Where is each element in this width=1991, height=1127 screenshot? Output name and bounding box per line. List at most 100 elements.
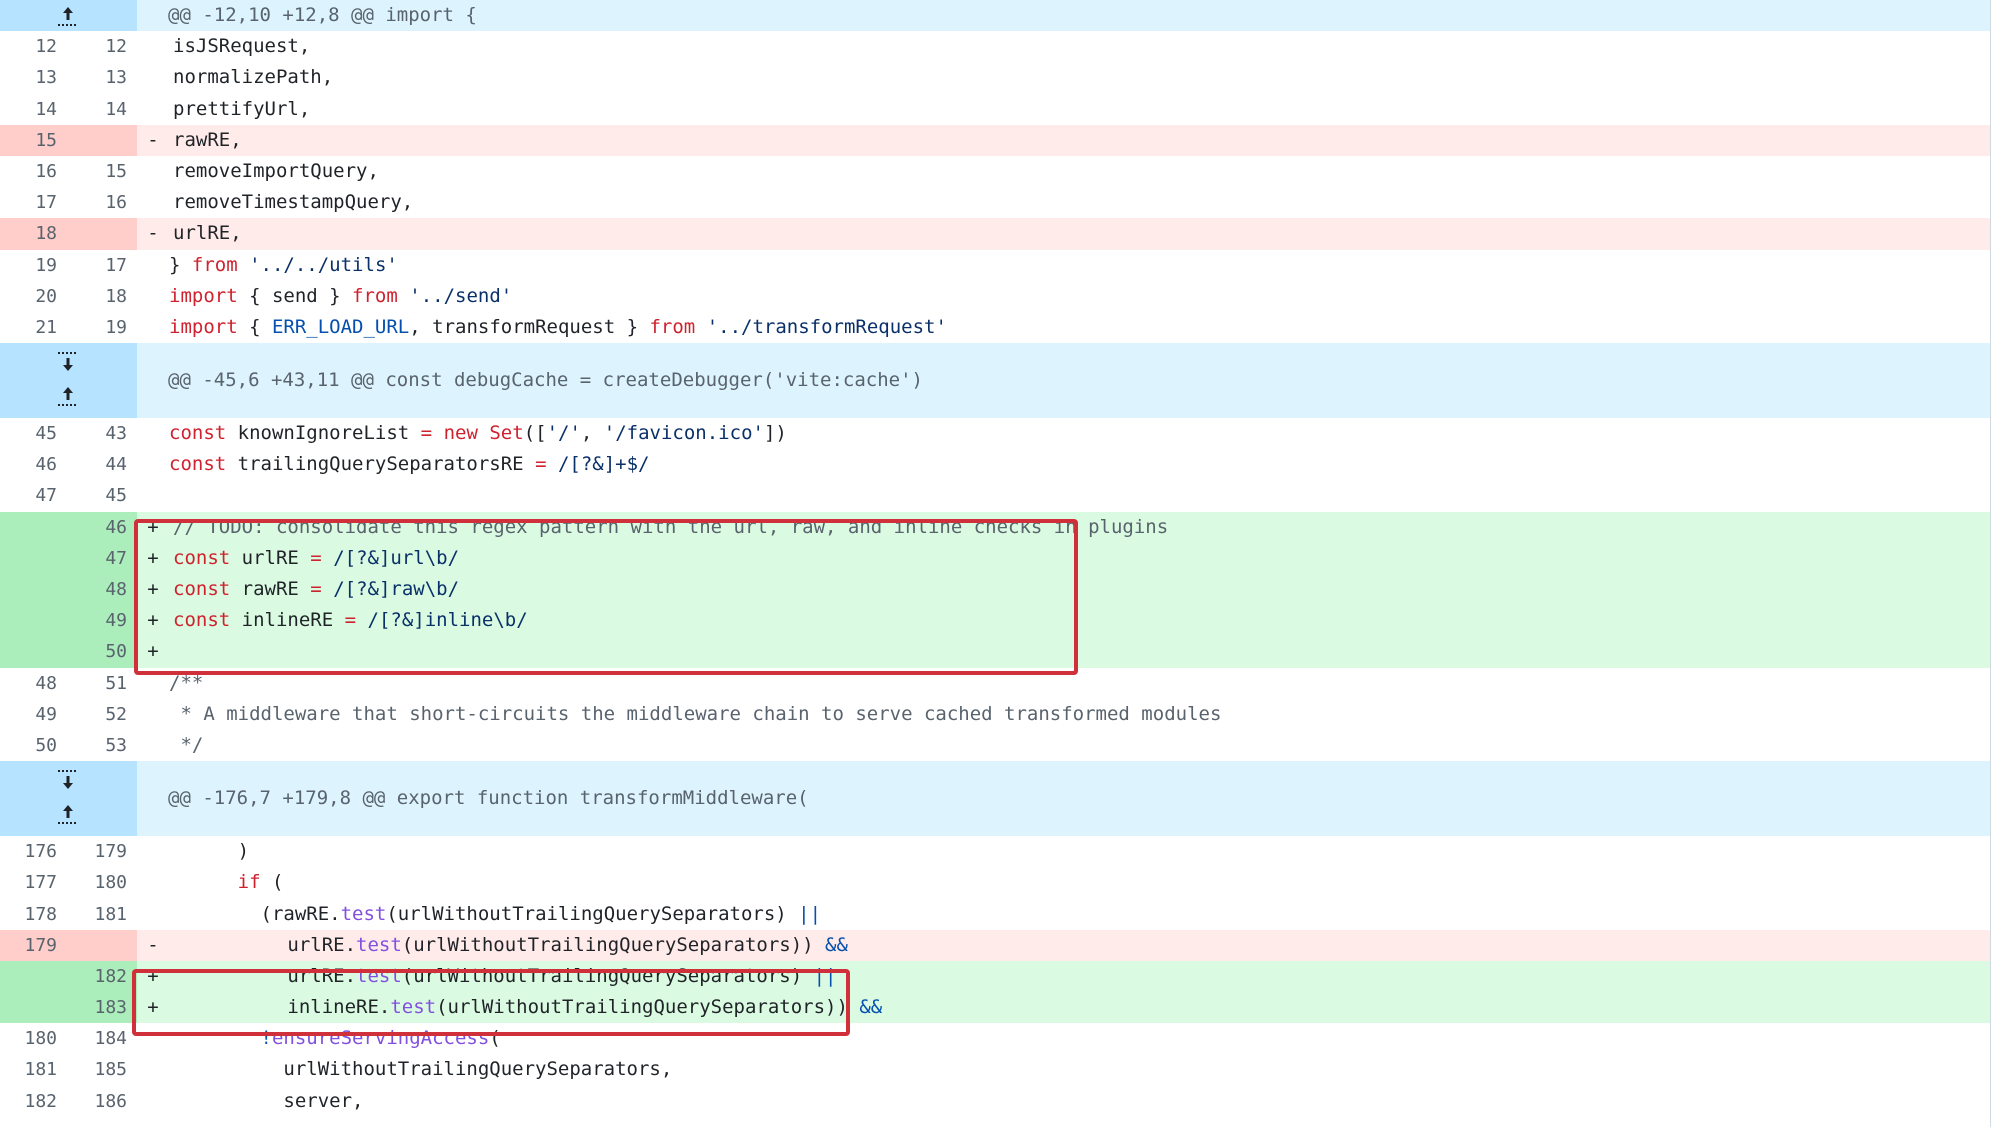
new-line-number[interactable]: 15	[68, 156, 137, 187]
added-line: 47 + const urlRE = /[?&]url\b/	[0, 542, 1991, 574]
deleted-line: 18 - urlRE,	[0, 218, 1991, 250]
new-line-number[interactable]: 43	[68, 418, 137, 449]
old-line-number[interactable]	[0, 636, 68, 668]
new-line-number[interactable]: 181	[68, 899, 137, 930]
old-line-number[interactable]: 177	[0, 867, 68, 898]
new-line-number[interactable]	[68, 218, 137, 250]
new-line-number[interactable]	[68, 124, 137, 156]
old-line-number[interactable]: 19	[0, 250, 68, 281]
code-content: )	[169, 840, 250, 863]
new-line-number[interactable]: 44	[68, 449, 137, 480]
old-line-number[interactable]: 179	[0, 929, 68, 961]
new-line-number[interactable]: 49	[68, 605, 137, 637]
new-line-number[interactable]: 18	[68, 281, 137, 312]
code-content: inlineRE.test(urlWithoutTrailingQuerySep…	[173, 996, 883, 1019]
expand-down-icon[interactable]	[54, 767, 82, 793]
new-line-number[interactable]: 52	[68, 699, 137, 730]
diff-line: 176 179 )	[0, 836, 1991, 867]
new-line-number[interactable]: 14	[68, 94, 137, 125]
old-line-number[interactable]: 16	[0, 156, 68, 187]
new-line-number[interactable]: 185	[68, 1054, 137, 1085]
new-line-number[interactable]: 51	[68, 668, 137, 699]
addition-marker: +	[147, 964, 159, 987]
new-line-number[interactable]: 184	[68, 1023, 137, 1054]
diff-line: 182 186 server,	[0, 1086, 1991, 1117]
old-line-number[interactable]: 50	[0, 730, 68, 761]
code-content: rawRE,	[173, 128, 242, 151]
diff-line: 12 12 isJSRequest,	[0, 31, 1991, 62]
old-line-number[interactable]: 47	[0, 480, 68, 511]
old-line-number[interactable]	[0, 542, 68, 574]
deleted-line: 179 - urlRE.test(urlWithoutTrailingQueryS…	[0, 929, 1991, 961]
expand-up-icon[interactable]	[54, 383, 82, 409]
old-line-number[interactable]: 49	[0, 699, 68, 730]
expand-up-icon[interactable]	[54, 3, 82, 29]
old-line-number[interactable]: 20	[0, 281, 68, 312]
added-line: 183 + inlineRE.test(urlWithoutTrailingQue…	[0, 992, 1991, 1024]
deletion-marker: -	[147, 933, 159, 956]
code-content: const knownIgnoreList = new Set(['/', '/…	[169, 422, 787, 445]
old-line-number[interactable]	[0, 605, 68, 637]
new-line-number[interactable]: 13	[68, 62, 137, 93]
diff-line: 16 15 removeImportQuery,	[0, 156, 1991, 187]
old-line-number[interactable]: 178	[0, 899, 68, 930]
new-line-number[interactable]: 12	[68, 31, 137, 62]
new-line-number[interactable]: 179	[68, 836, 137, 867]
added-line: 182 + urlRE.test(urlWithoutTrailingQueryS…	[0, 960, 1991, 993]
hunk-header-text: @@ -176,7 +179,8 @@ export function tran…	[168, 787, 809, 810]
new-line-number[interactable]: 16	[68, 187, 137, 218]
old-line-number[interactable]: 17	[0, 187, 68, 218]
new-line-number[interactable]: 19	[68, 312, 137, 343]
new-line-number[interactable]: 50	[68, 636, 137, 668]
expand-down-icon[interactable]	[54, 349, 82, 375]
addition-marker: +	[147, 578, 159, 600]
code-content: // TODO: consolidate this regex pattern …	[173, 515, 1169, 538]
old-line-number[interactable]: 48	[0, 668, 68, 699]
new-line-number[interactable]	[68, 929, 137, 961]
old-line-number[interactable]: 21	[0, 312, 68, 343]
code-content: const rawRE = /[?&]raw\b/	[173, 578, 460, 600]
code-content: const inlineRE = /[?&]inline\b/	[173, 609, 528, 632]
new-line-number[interactable]: 180	[68, 867, 137, 898]
new-line-number[interactable]: 183	[68, 992, 137, 1024]
addition-marker: +	[147, 609, 159, 632]
old-line-number[interactable]: 180	[0, 1023, 68, 1054]
old-line-number[interactable]: 176	[0, 836, 68, 867]
code-content: server,	[169, 1089, 364, 1112]
code-content: (rawRE.test(urlWithoutTrailingQuerySepar…	[169, 902, 822, 925]
old-line-number[interactable]: 13	[0, 62, 68, 93]
diff-line: 21 19 import { ERR_LOAD_URL, transformRequ…	[0, 312, 1991, 343]
added-line: 49 + const inlineRE = /[?&]inline\b/	[0, 605, 1991, 637]
old-line-number[interactable]: 14	[0, 94, 68, 125]
new-line-number[interactable]: 17	[68, 250, 137, 281]
old-line-number[interactable]: 46	[0, 449, 68, 480]
hunk-expander	[0, 0, 137, 32]
old-line-number[interactable]	[0, 992, 68, 1024]
new-line-number[interactable]: 53	[68, 730, 137, 761]
diff-line: 178 181 (rawRE.test(urlWithoutTrailingQue…	[0, 899, 1991, 930]
old-line-number[interactable]	[0, 511, 68, 543]
new-line-number[interactable]: 46	[68, 511, 137, 543]
old-line-number[interactable]: 18	[0, 218, 68, 250]
hunk-header-text: @@ -12,10 +12,8 @@ import {	[168, 4, 477, 26]
old-line-number[interactable]: 182	[0, 1086, 68, 1117]
diff-line: 49 52 * A middleware that short-circuits …	[0, 699, 1991, 730]
old-line-number[interactable]	[0, 574, 68, 606]
deleted-line: 15 - rawRE,	[0, 124, 1991, 156]
new-line-number[interactable]: 182	[68, 960, 137, 993]
code-content: } from '../../utils'	[169, 253, 398, 276]
old-line-number[interactable]: 15	[0, 124, 68, 156]
expand-up-icon[interactable]	[54, 801, 82, 827]
new-line-number[interactable]: 45	[68, 480, 137, 511]
new-line-number[interactable]: 47	[68, 542, 137, 574]
new-line-number[interactable]: 48	[68, 574, 137, 606]
old-line-number[interactable]: 45	[0, 418, 68, 449]
code-content: const trailingQuerySeparatorsRE = /[?&]+…	[169, 453, 650, 476]
new-line-number[interactable]: 186	[68, 1086, 137, 1117]
added-line: 46 + // TODO: consolidate this regex patte…	[0, 511, 1991, 543]
deletion-marker: -	[147, 222, 159, 245]
hunk-expander	[0, 761, 137, 837]
old-line-number[interactable]: 12	[0, 31, 68, 62]
old-line-number[interactable]	[0, 960, 68, 993]
old-line-number[interactable]: 181	[0, 1054, 68, 1085]
